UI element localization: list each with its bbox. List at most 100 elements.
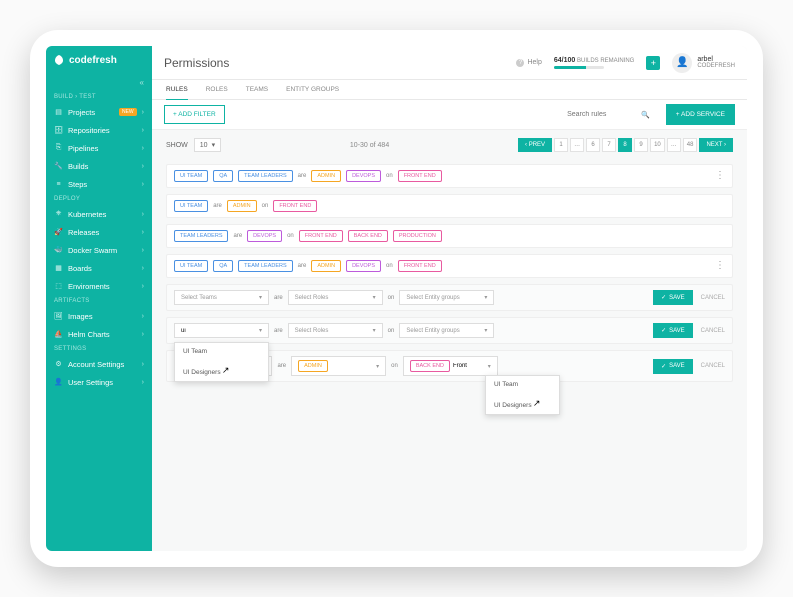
sidebar-item-builds[interactable]: 🔧Builds› [46, 157, 152, 175]
teams-select[interactable]: Select Teams▾ [174, 290, 269, 305]
pager-page[interactable]: 10 [650, 138, 665, 152]
sidebar-item-user-settings[interactable]: 👤User Settings› [46, 373, 152, 391]
chip-role-admin[interactable]: ADMIN [298, 360, 328, 372]
chip-team[interactable]: UI TEAM [174, 260, 208, 272]
pager-page[interactable]: 1 [554, 138, 568, 152]
sidebar-item-images[interactable]: 🖼Images› [46, 307, 152, 325]
chip-ent[interactable]: PRODUCTION [393, 230, 442, 242]
pager-page[interactable]: 48 [683, 138, 698, 152]
dropdown-option[interactable]: UI Team [486, 376, 559, 393]
sidebar-item-steps[interactable]: ≡Steps› [46, 175, 152, 193]
search-input[interactable] [567, 111, 637, 118]
entities-input[interactable] [453, 363, 483, 369]
chip-ent[interactable]: BACK END [348, 230, 388, 242]
chip-team[interactable]: QA [213, 260, 233, 272]
pipeline-icon: ⎘ [54, 144, 63, 153]
topbar: Permissions ? Help 64/100 BUILDS REMAINI… [152, 46, 747, 80]
connector-word: are [298, 173, 307, 179]
pager-page[interactable]: 8 [618, 138, 632, 152]
add-filter-button[interactable]: + ADD FILTER [164, 105, 225, 124]
sidebar-item-projects[interactable]: ▤ProjectsNEW› [46, 103, 152, 121]
chip-team[interactable]: UI TEAM [174, 170, 208, 182]
chip-role-devops[interactable]: DEVOPS [346, 260, 381, 272]
chip-ent[interactable]: FRONT END [398, 260, 442, 272]
sidebar-item-releases[interactable]: 🚀Releases› [46, 223, 152, 241]
add-build-button[interactable]: + [646, 56, 660, 70]
dropdown-option[interactable]: UI Team [175, 343, 268, 360]
chevron-right-icon: › [142, 109, 144, 116]
sidebar-item-kubernetes[interactable]: ⎈Kubernetes› [46, 205, 152, 223]
pager-page[interactable]: 9 [634, 138, 648, 152]
cancel-button[interactable]: CANCEL [701, 295, 725, 301]
chip-team[interactable]: UI TEAM [174, 200, 208, 212]
pager-next[interactable]: NEXT › [699, 138, 733, 152]
entities-select[interactable]: BACK END▾ [403, 356, 498, 376]
user-menu[interactable]: 👤 arbel CODEFRESH [672, 53, 735, 73]
chip-role-admin[interactable]: ADMIN [311, 170, 341, 182]
help-link[interactable]: ? Help [516, 59, 541, 67]
connector-word: on [287, 233, 294, 239]
page-size-select[interactable]: 10▾ [194, 138, 221, 152]
teams-select[interactable]: ▾ [174, 323, 269, 338]
chevron-down-icon: ▾ [484, 294, 487, 301]
pager-prev[interactable]: ‹ PREV [518, 138, 552, 152]
sidebar-item-enviroments[interactable]: ⬚Enviroments› [46, 277, 152, 295]
chip-ent[interactable]: FRONT END [398, 170, 442, 182]
chevron-down-icon: ▾ [259, 327, 262, 334]
roles-select[interactable]: ADMIN▾ [291, 356, 386, 376]
sidebar-item-boards[interactable]: ▦Boards› [46, 259, 152, 277]
logo: codefresh [46, 46, 152, 74]
chip-ent[interactable]: FRONT END [273, 200, 317, 212]
sidebar-item-repositories[interactable]: 🗄Repositories› [46, 121, 152, 139]
cancel-button[interactable]: CANCEL [701, 363, 725, 369]
cancel-button[interactable]: CANCEL [701, 328, 725, 334]
chevron-right-icon: › [142, 331, 144, 338]
chevron-right-icon: › [142, 313, 144, 320]
pager-page[interactable]: 7 [602, 138, 616, 152]
tab-entity-groups[interactable]: ENTITY GROUPS [286, 80, 339, 99]
chip-role-admin[interactable]: ADMIN [311, 260, 341, 272]
save-button[interactable]: ✓SAVE [653, 359, 693, 374]
chevron-down-icon: ▾ [484, 327, 487, 334]
sidebar-item-account-settings[interactable]: ⚙Account Settings› [46, 355, 152, 373]
wrench-icon: 🔧 [54, 162, 63, 171]
teams-input[interactable] [181, 328, 211, 334]
tab-teams[interactable]: TEAMS [246, 80, 268, 99]
sidebar-collapse[interactable]: « [46, 74, 152, 91]
search-box[interactable]: 🔍 [559, 107, 658, 123]
connector-word: are [298, 263, 307, 269]
chip-team[interactable]: TEAM LEADERS [238, 170, 292, 182]
roles-select[interactable]: Select Roles▾ [288, 290, 383, 305]
entities-select[interactable]: Select Entity groups▾ [399, 323, 494, 338]
check-icon: ✓ [661, 294, 666, 301]
save-button[interactable]: ✓SAVE [653, 323, 693, 338]
sidebar-item-pipelines[interactable]: ⎘Pipelines› [46, 139, 152, 157]
pager-page: … [570, 138, 584, 152]
add-service-button[interactable]: + ADD SERVICE [666, 104, 735, 125]
sidebar-item-label: Pipelines [68, 144, 137, 153]
entities-select[interactable]: Select Entity groups▾ [399, 290, 494, 305]
dropdown-option[interactable]: UI Designers [175, 360, 268, 381]
chip-team[interactable]: QA [213, 170, 233, 182]
chip-team[interactable]: TEAM LEADERS [238, 260, 292, 272]
sidebar-item-helm-charts[interactable]: ⛵Helm Charts› [46, 325, 152, 343]
chip-role-devops[interactable]: DEVOPS [346, 170, 381, 182]
chip-role-devops[interactable]: DEVOPS [247, 230, 282, 242]
sidebar-item-label: Repositories [68, 126, 137, 135]
chip-ent[interactable]: BACK END [410, 360, 450, 372]
pager-page[interactable]: 6 [586, 138, 600, 152]
chip-ent[interactable]: FRONT END [299, 230, 343, 242]
more-menu[interactable]: ⋮ [715, 261, 725, 271]
chevron-down-icon: ▾ [212, 141, 216, 149]
chevron-right-icon: › [142, 379, 144, 386]
dropdown-option[interactable]: UI Designers [486, 393, 559, 414]
more-menu[interactable]: ⋮ [715, 171, 725, 181]
sidebar-item-docker-swarm[interactable]: 🐳Docker Swarm› [46, 241, 152, 259]
chip-role-admin[interactable]: ADMIN [227, 200, 257, 212]
tab-roles[interactable]: ROLES [206, 80, 228, 99]
tab-rules[interactable]: RULES [166, 80, 188, 101]
roles-select[interactable]: Select Roles▾ [288, 323, 383, 338]
chip-team[interactable]: TEAM LEADERS [174, 230, 228, 242]
save-button[interactable]: ✓SAVE [653, 290, 693, 305]
page-title: Permissions [164, 56, 504, 70]
